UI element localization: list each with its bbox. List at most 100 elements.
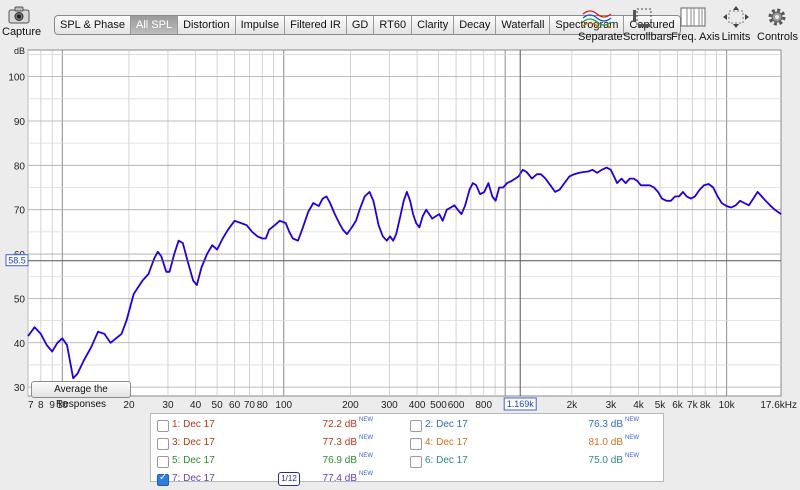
measurement-legend: 1: Dec 17 72.2 dB NEW 2: Dec 17 76.3 dB … — [150, 413, 664, 486]
measurement-2-value: 76.3 dB — [588, 419, 623, 430]
legend-row: 3: Dec 17 77.3 dB NEW 4: Dec 17 81.0 dB … — [151, 434, 663, 454]
x-tick-label: 800 — [475, 400, 492, 411]
x-tick-label: 300 — [381, 400, 398, 411]
limits-button[interactable]: Limits — [720, 6, 752, 43]
measurement-5-value: 76.9 dB — [322, 455, 357, 466]
tab-waterfall[interactable]: Waterfall — [496, 16, 551, 34]
tab-gd[interactable]: GD — [347, 16, 375, 34]
y-tick-label: 90 — [14, 117, 26, 128]
x-tick-label: 8 — [38, 400, 44, 411]
y-tick-label: 40 — [14, 339, 26, 350]
x-tick-label: 50 — [212, 400, 224, 411]
cursor-y-readout: 58.5 — [8, 256, 26, 266]
measurement-3-name[interactable]: 3: Dec 17 — [172, 437, 215, 448]
tab-filtered-ir[interactable]: Filtered IR — [285, 16, 347, 34]
capture-button[interactable]: Capture — [2, 6, 41, 38]
cursor-x-readout: 1.169k — [507, 399, 535, 409]
x-tick-label: 6k — [672, 400, 684, 411]
y-tick-label: 100 — [8, 73, 25, 84]
y-axis-unit: dB — [14, 46, 25, 56]
measurement-2-name[interactable]: 2: Dec 17 — [425, 419, 468, 430]
scrollbars-label: Scrollbars — [623, 31, 672, 43]
x-tick-label: 40 — [190, 400, 202, 411]
x-tick-label: 5k — [655, 400, 667, 411]
y-tick-label: 30 — [14, 383, 26, 394]
measurement-4-value: 81.0 dB — [588, 437, 623, 448]
plot-area — [27, 49, 782, 397]
tab-impulse[interactable]: Impulse — [236, 16, 286, 34]
tab-rt60[interactable]: RT60 — [374, 16, 413, 34]
measurement-1-checkbox[interactable] — [157, 420, 169, 432]
y-tick-label: 70 — [14, 206, 26, 217]
measurement-3-checkbox[interactable] — [157, 438, 169, 450]
x-tick-label: 9 — [49, 400, 55, 411]
toolbar: Capture SPL & Phase All SPL Distortion Impu… — [0, 0, 800, 44]
measurement-5-new-badge: NEW — [359, 453, 373, 459]
average-responses-button[interactable]: Average the Responses — [31, 381, 131, 410]
spl-chart[interactable]: 30405060708090100dB789102030405060708010… — [0, 44, 800, 414]
controls-label: Controls — [757, 31, 798, 43]
measurement-2-checkbox[interactable] — [410, 420, 422, 432]
separate-icon — [582, 10, 612, 28]
x-tick-label: 20 — [123, 400, 135, 411]
controls-button[interactable]: Controls — [757, 6, 798, 43]
measurement-4-checkbox[interactable] — [410, 438, 422, 450]
freq-axis-icon — [680, 7, 706, 27]
measurement-2-new-badge: NEW — [625, 417, 639, 423]
measurement-1-name[interactable]: 1: Dec 17 — [172, 419, 215, 430]
y-tick-label: 80 — [14, 161, 26, 172]
x-tick-label: 30 — [162, 400, 174, 411]
measurement-6-name[interactable]: 6: Dec 17 — [425, 455, 468, 466]
measurement-5-name[interactable]: 5: Dec 17 — [172, 455, 215, 466]
separate-button[interactable]: Separate — [578, 6, 623, 43]
measurement-1-new-badge: NEW — [359, 417, 373, 423]
tab-distortion[interactable]: Distortion — [178, 16, 236, 34]
freq-axis-label: Freq. Axis — [671, 31, 720, 43]
spl-graph[interactable]: 30405060708090100dB789102030405060708010… — [0, 44, 800, 414]
limits-label: Limits — [721, 31, 751, 43]
x-tick-label: 7 — [28, 400, 34, 411]
x-tick-label: 500 — [430, 400, 447, 411]
tab-all-spl[interactable]: All SPL — [131, 16, 179, 34]
measurement-7-value: 77.4 dB — [322, 473, 357, 484]
x-tick-label: 2k — [567, 400, 579, 411]
measurement-6-value: 75.0 dB — [588, 455, 623, 466]
x-tick-label: 600 — [448, 400, 465, 411]
scrollbars-icon — [633, 8, 652, 27]
x-tick-label: 3k — [606, 400, 618, 411]
x-tick-label: 17.6kHz — [760, 400, 797, 411]
y-tick-label: 50 — [14, 294, 26, 305]
x-tick-label: 4k — [633, 400, 645, 411]
measurement-3-value: 77.3 dB — [322, 437, 357, 448]
camera-icon — [8, 6, 30, 24]
measurement-7-new-badge: NEW — [359, 471, 373, 477]
freq-axis-button[interactable]: Freq. Axis — [671, 6, 720, 43]
legend-row: 5: Dec 17 76.9 dB NEW 6: Dec 17 75.0 dB … — [151, 452, 663, 472]
scrollbars-button[interactable]: Scrollbars — [623, 6, 672, 43]
measurement-6-checkbox[interactable] — [410, 456, 422, 468]
legend-row: 1: Dec 17 72.2 dB NEW 2: Dec 17 76.3 dB … — [151, 416, 663, 436]
x-tick-label: 8k — [700, 400, 712, 411]
measurement-7-name[interactable]: 7: Dec 17 — [172, 473, 215, 484]
x-tick-label: 60 — [229, 400, 241, 411]
measurement-1-value: 72.2 dB — [322, 419, 357, 430]
measurement-6-new-badge: NEW — [625, 453, 639, 459]
measurement-3-new-badge: NEW — [359, 435, 373, 441]
separate-label: Separate — [578, 31, 623, 43]
tab-clarity[interactable]: Clarity — [412, 16, 455, 34]
limits-icon — [723, 6, 749, 28]
tab-spl-phase[interactable]: SPL & Phase — [55, 16, 132, 34]
x-tick-label: 10k — [719, 400, 736, 411]
x-tick-label: 70 — [244, 400, 256, 411]
x-tick-label: 400 — [409, 400, 426, 411]
tab-decay[interactable]: Decay — [454, 16, 497, 34]
x-tick-label: 80 — [257, 400, 269, 411]
gear-icon — [768, 8, 786, 26]
measurement-4-name[interactable]: 4: Dec 17 — [425, 437, 468, 448]
measurement-7-checkbox[interactable] — [157, 472, 169, 486]
measurement-5-checkbox[interactable] — [157, 456, 169, 468]
capture-label: Capture — [2, 26, 42, 38]
measurement-4-new-badge: NEW — [625, 435, 639, 441]
x-tick-label: 100 — [275, 400, 292, 411]
legend-row: 7: Dec 17 1/12 77.4 dB NEW — [151, 470, 663, 490]
